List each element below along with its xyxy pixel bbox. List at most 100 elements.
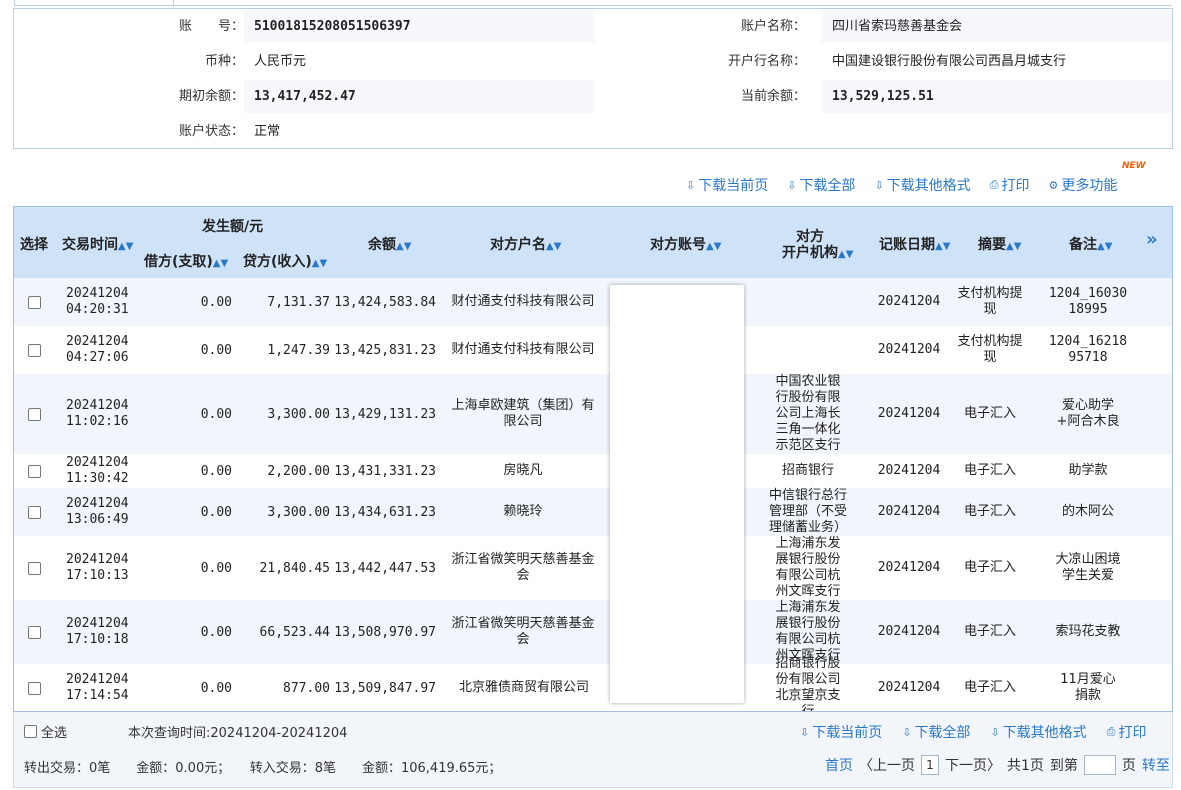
row-balance: 13,509,847.97: [334, 680, 436, 696]
row-summary: 电子汇入: [963, 504, 1016, 519]
current-page-box[interactable]: 1: [921, 755, 939, 775]
sort-icon: ▲▼: [118, 241, 134, 252]
row-credit: 3,300.00: [267, 504, 330, 520]
row-balance: 13,425,831.23: [334, 342, 436, 358]
row-debit: 0.00: [200, 680, 232, 696]
sort-icon: ▲▼: [706, 241, 722, 252]
header-remark[interactable]: 备注▲▼: [1069, 234, 1112, 254]
row-balance: 13,442,447.53: [334, 560, 436, 576]
select-all-label: 全选: [41, 726, 68, 741]
header-counter-account[interactable]: 对方账号▲▼: [650, 234, 721, 254]
header-time[interactable]: 交易时间▲▼: [62, 234, 133, 254]
row-summary: 电子汇入: [963, 624, 1016, 639]
row-checkbox[interactable]: [28, 407, 41, 421]
row-remark: 助学款: [1068, 463, 1108, 478]
download-current-page-button[interactable]: ⇩ 下载当前页: [686, 175, 768, 195]
header-post-date-label: 记账日期: [879, 237, 935, 253]
next-page-link[interactable]: 下一页〉: [945, 755, 1001, 775]
new-badge: NEW: [1122, 161, 1146, 171]
goto-page-input[interactable]: [1083, 755, 1116, 775]
row-time: 17:10:18: [66, 632, 129, 647]
sort-icon: ▲▼: [935, 241, 951, 252]
row-checkbox[interactable]: [28, 464, 41, 478]
row-credit: 2,200.00: [267, 463, 330, 479]
footer-download-current-label: 下载当前页: [812, 725, 883, 741]
prev-page-link[interactable]: 〈上一页: [859, 755, 915, 775]
select-all-checkbox[interactable]: [24, 725, 37, 738]
expand-columns-icon[interactable]: »: [1146, 229, 1158, 250]
row-debit: 0.00: [200, 560, 232, 576]
row-counter-name: 上海卓欧建筑（集团）有限公司: [451, 398, 595, 429]
transaction-summary: 转出交易：0笔 金额：0.00元； 转入交易：8笔 金额：106,419.65元…: [24, 761, 502, 776]
bank-name-label: 开户行名称：: [727, 54, 806, 69]
row-credit: 66,523.44: [259, 624, 330, 640]
row-summary: 电子汇入: [963, 680, 1016, 695]
download-all-button[interactable]: ⇩ 下载全部: [787, 175, 855, 195]
select-all-toggle[interactable]: 全选: [24, 722, 67, 741]
table-row: 20241204 17:14:54 0.00 877.00 13,509,847.…: [14, 656, 1172, 712]
row-checkbox[interactable]: [28, 561, 41, 575]
row-date: 20241204: [66, 455, 129, 470]
header-counter-bank[interactable]: 开户机构▲▼: [782, 242, 853, 262]
row-date: 20241204: [66, 398, 129, 413]
currency-label: 币种：: [204, 54, 244, 69]
row-counter-name: 浙江省微笑明天慈善基金会: [451, 616, 595, 647]
print-label: 打印: [1001, 178, 1030, 194]
row-time: 17:10:13: [66, 568, 129, 583]
row-counter-name: 北京雅债商贸有限公司: [458, 680, 589, 695]
row-time: 11:02:16: [66, 414, 129, 429]
row-counter-bank: 招商银行股份有限公司北京望京支行: [775, 656, 841, 712]
footer-download-other-label: 下载其他格式: [1002, 725, 1087, 741]
sort-icon: ▲▼: [1097, 241, 1113, 252]
row-credit: 877.00: [283, 680, 330, 696]
footer-download-all-button[interactable]: ⇩ 下载全部: [902, 722, 970, 742]
opening-balance-value: 13,417,452.47: [244, 80, 594, 113]
row-post-date: 20241204: [877, 342, 941, 357]
row-checkbox[interactable]: [28, 295, 41, 309]
row-debit: 0.00: [200, 294, 232, 310]
opening-balance-label: 期初余额：: [178, 89, 244, 104]
row-date: 20241204: [66, 286, 129, 301]
more-functions-button[interactable]: ⚙ 更多功能: [1048, 175, 1117, 195]
printer-icon: ⎙: [1106, 725, 1116, 738]
row-date: 20241204: [66, 616, 129, 631]
download-all-label: 下载全部: [799, 178, 856, 194]
row-checkbox[interactable]: [28, 343, 41, 357]
table-row: 20241204 04:27:06 0.00 1,247.39 13,425,83…: [14, 326, 1172, 374]
row-post-date: 20241204: [877, 680, 941, 695]
row-debit: 0.00: [200, 504, 232, 520]
row-counter-bank: 中国农业银行股份有限公司上海长三角一体化示范区支行: [775, 374, 841, 453]
header-counter-name[interactable]: 对方户名▲▼: [490, 234, 561, 254]
first-page-link[interactable]: 首页: [825, 755, 853, 775]
current-balance-value: 13,529,125.51: [822, 80, 1172, 113]
print-button[interactable]: ⎙ 打印: [990, 175, 1030, 195]
row-remark: 的木阿公: [1061, 504, 1114, 519]
row-remark: 大凉山困境学生关爱: [1055, 552, 1121, 583]
row-counter-name: 财付通支付科技有限公司: [451, 342, 595, 357]
row-summary: 电子汇入: [963, 560, 1016, 575]
footer-print-button[interactable]: ⎙ 打印: [1107, 722, 1147, 742]
footer-download-other-button[interactable]: ⇩ 下载其他格式: [990, 722, 1086, 742]
row-counter-bank: [770, 326, 846, 374]
header-credit[interactable]: 贷方(收入)▲▼: [243, 251, 327, 271]
header-balance[interactable]: 余额▲▼: [368, 234, 411, 254]
row-checkbox[interactable]: [28, 681, 41, 695]
header-debit[interactable]: 借方(支取)▲▼: [144, 251, 228, 271]
header-summary[interactable]: 摘要▲▼: [978, 234, 1021, 254]
goto-button[interactable]: 转至: [1142, 755, 1170, 775]
row-date: 20241204: [66, 672, 129, 687]
row-post-date: 20241204: [877, 504, 941, 519]
footer-download-current-button[interactable]: ⇩ 下载当前页: [800, 722, 882, 742]
row-summary: 支付机构提现: [957, 334, 1023, 365]
row-credit: 1,247.39: [267, 342, 330, 358]
download-other-format-button[interactable]: ⇩ 下载其他格式: [874, 175, 970, 195]
row-checkbox[interactable]: [28, 625, 41, 639]
table-header: 选择 交易时间▲▼ 发生额/元 借方(支取)▲▼ 贷方(收入)▲▼ 余额▲▼ 对…: [14, 207, 1172, 278]
sort-icon: ▲▼: [396, 241, 412, 252]
active-tab[interactable]: [14, 0, 174, 6]
header-balance-label: 余额: [368, 237, 396, 253]
header-post-date[interactable]: 记账日期▲▼: [879, 234, 950, 254]
footer-toolbar: ⇩ 下载当前页 ⇩ 下载全部 ⇩ 下载其他格式 ⎙ 打印: [800, 722, 1146, 742]
row-checkbox[interactable]: [28, 505, 41, 519]
row-balance: 13,508,970.97: [334, 624, 436, 640]
